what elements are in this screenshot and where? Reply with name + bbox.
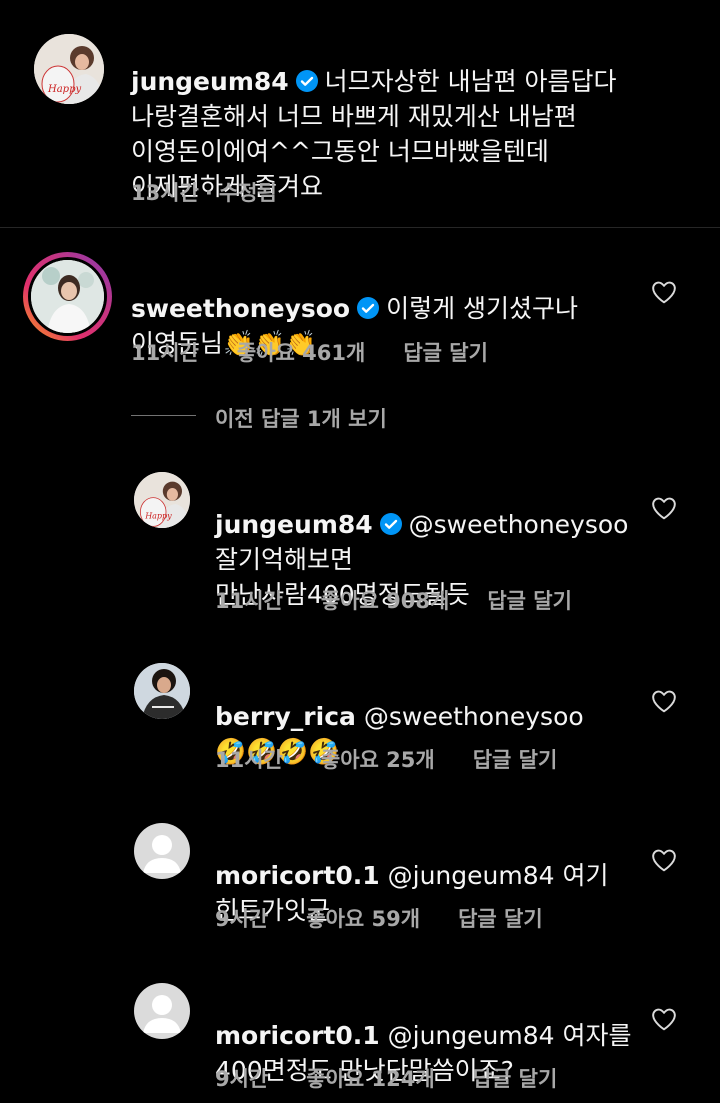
default-avatar-icon[interactable] (134, 823, 190, 879)
view-previous-replies-button[interactable]: 이전 답글 1개 보기 (215, 403, 387, 433)
reply-button[interactable]: 답글 달기 (473, 1067, 558, 1091)
timestamp: 11시간 (215, 589, 283, 613)
default-avatar-icon[interactable] (134, 983, 190, 1039)
svg-text:Happy: Happy (144, 511, 172, 520)
comment-text: 여자를 (562, 1021, 632, 1050)
username[interactable]: moricort0.1 (215, 1021, 380, 1050)
avatar[interactable]: Happy (34, 34, 104, 104)
separator-dot: · (204, 181, 213, 205)
reply-button[interactable]: 답글 달기 (458, 907, 543, 931)
likes-count[interactable]: 좋아요 461개 (237, 341, 365, 365)
verified-badge-icon (295, 67, 319, 92)
mention-link[interactable]: @jungeum84 (388, 861, 555, 890)
svg-text:Happy: Happy (47, 84, 81, 95)
timestamp: 9시간 (215, 907, 269, 931)
reply-meta: 11시간 좋아요 908개 답글 달기 (215, 585, 610, 615)
avatar-image: Happy (34, 34, 104, 104)
avatar-image: Happy (134, 472, 190, 528)
username[interactable]: sweethoneysoo (131, 294, 350, 323)
avatar-image (31, 260, 104, 333)
username[interactable]: berry_rica (215, 702, 356, 731)
like-heart-icon[interactable] (651, 280, 677, 304)
likes-count[interactable]: 좋아요 124개 (306, 1067, 434, 1091)
reply-meta: 11시간 좋아요 25개 답글 달기 (215, 744, 595, 774)
mention-link[interactable]: @sweethoneysoo (364, 702, 584, 731)
username[interactable]: jungeum84 (215, 510, 373, 539)
story-ring[interactable] (23, 252, 112, 341)
timestamp: 11시간 (215, 748, 283, 772)
verified-badge-icon (356, 294, 380, 319)
likes-count[interactable]: 좋아요 59개 (306, 907, 420, 931)
like-heart-icon[interactable] (651, 496, 677, 520)
comment-text: 여기 (562, 861, 609, 890)
likes-count[interactable]: 좋아요 25개 (321, 748, 435, 772)
edited-label: 수정됨 (218, 181, 277, 205)
timestamp: 9시간 (215, 1067, 269, 1091)
mention-link[interactable]: @jungeum84 (388, 1021, 555, 1050)
divider (0, 227, 720, 228)
replies-line (131, 415, 196, 416)
reply-button[interactable]: 답글 달기 (403, 341, 488, 365)
verified-badge-icon (379, 510, 403, 535)
username[interactable]: jungeum84 (131, 67, 289, 96)
avatar (31, 260, 104, 333)
mention-link[interactable]: @sweethoneysoo (409, 510, 629, 539)
comment-meta: 11시간 좋아요 461개 답글 달기 (131, 337, 526, 367)
reply-button[interactable]: 답글 달기 (487, 589, 572, 613)
reply-meta: 9시간 좋아요 124개 답글 달기 (215, 1063, 595, 1093)
avatar[interactable]: Happy (134, 472, 190, 528)
reply-meta: 9시간 좋아요 59개 답글 달기 (215, 903, 581, 933)
like-heart-icon[interactable] (651, 848, 677, 872)
timestamp: 11시간 (131, 341, 199, 365)
likes-count[interactable]: 좋아요 908개 (321, 589, 449, 613)
like-heart-icon[interactable] (651, 689, 677, 713)
like-heart-icon[interactable] (651, 1007, 677, 1031)
comment-meta: 13시간 · 수정됨 (131, 177, 315, 207)
reply-button[interactable]: 답글 달기 (473, 748, 558, 772)
avatar[interactable] (134, 663, 190, 719)
avatar-image (134, 663, 190, 719)
timestamp: 13시간 (131, 181, 199, 205)
username[interactable]: moricort0.1 (215, 861, 380, 890)
